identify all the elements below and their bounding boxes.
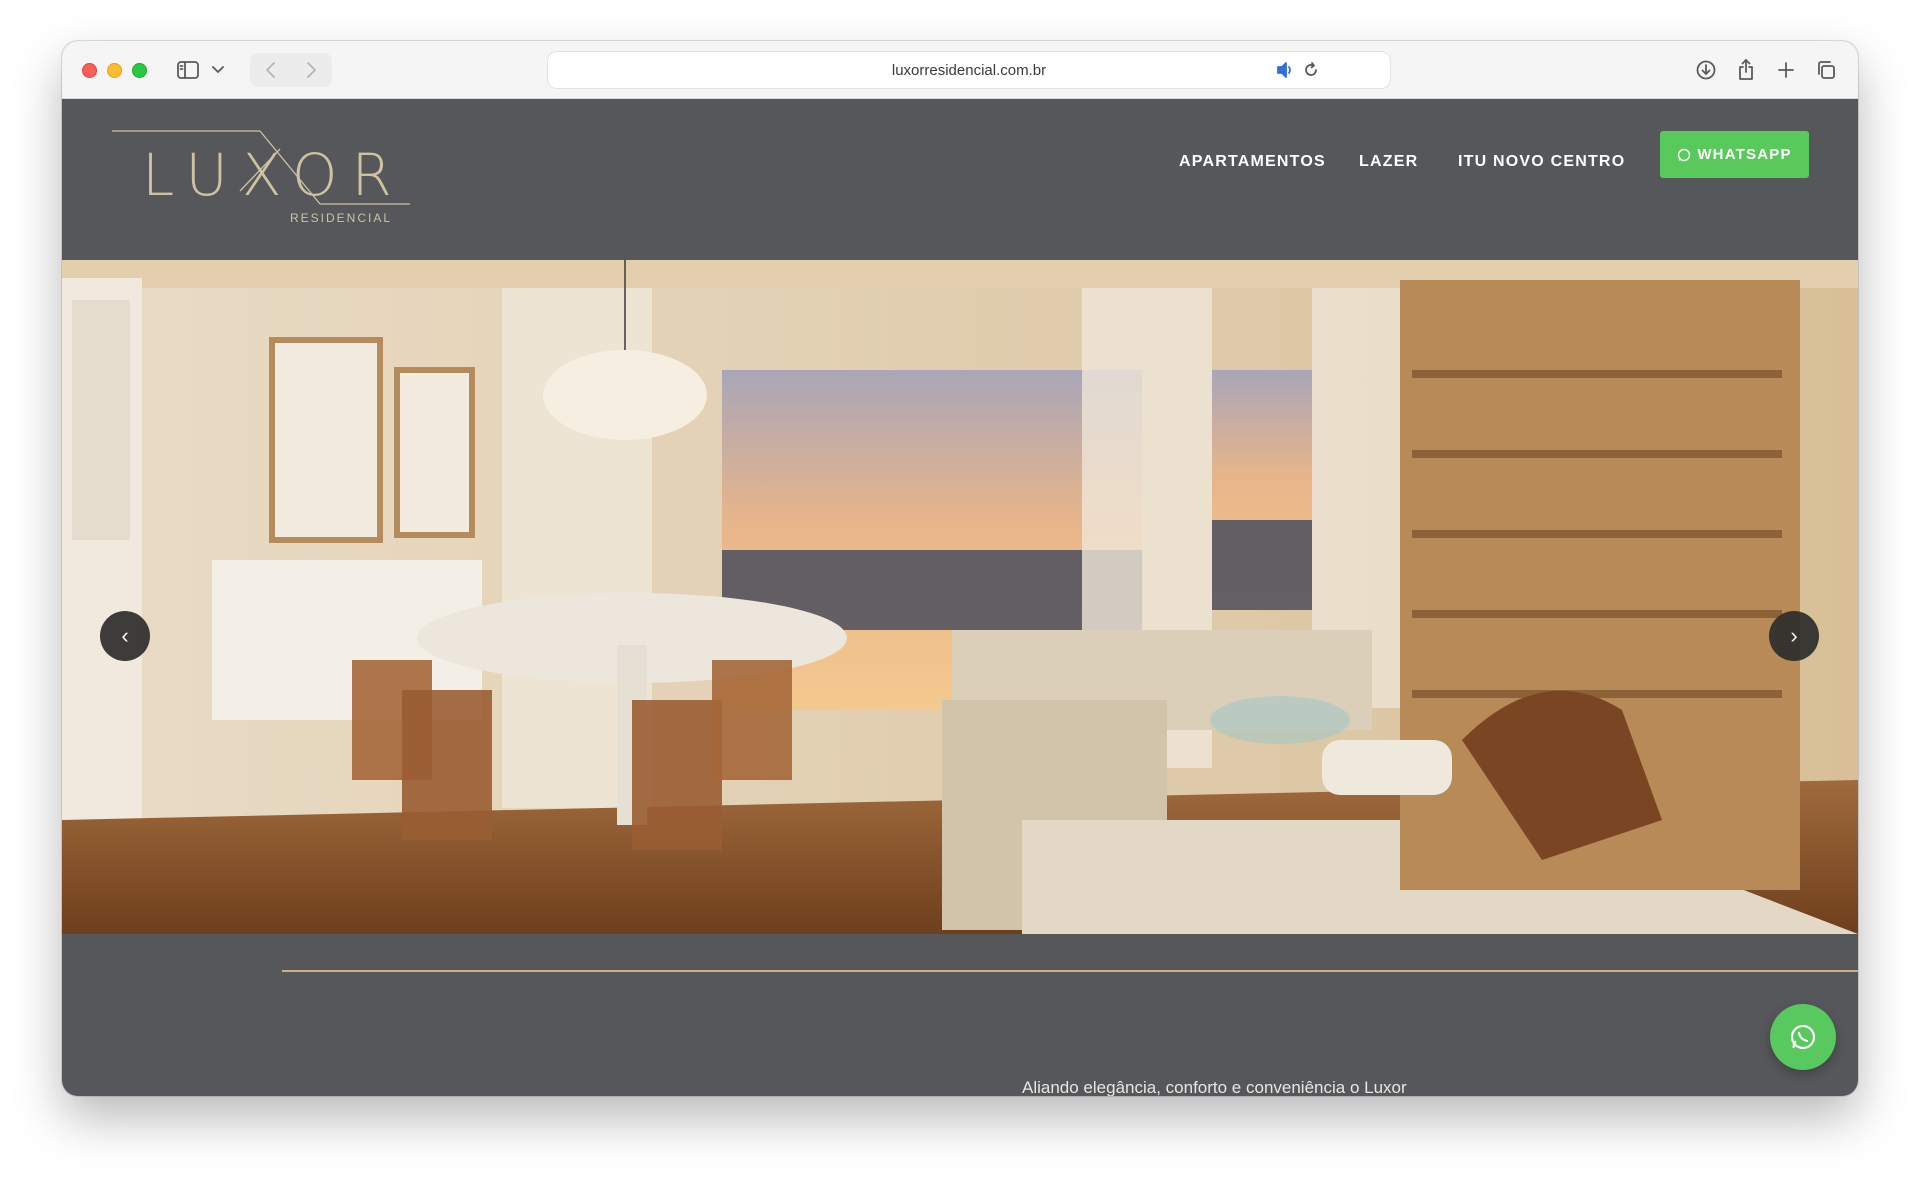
zoom-window-button[interactable] bbox=[132, 63, 147, 78]
nav-apartamentos[interactable]: APARTAMENTOS bbox=[1179, 153, 1326, 171]
whatsapp-fab[interactable] bbox=[1770, 1004, 1836, 1070]
minimize-window-button[interactable] bbox=[107, 63, 122, 78]
browser-toolbar: P luxorresidencial.com.br bbox=[62, 41, 1858, 99]
luxor-logo[interactable]: LUXOR RESIDENCIAL bbox=[110, 129, 410, 229]
logo-subtitle: RESIDENCIAL bbox=[290, 211, 393, 225]
share-icon[interactable] bbox=[1732, 56, 1760, 84]
close-window-button[interactable] bbox=[82, 63, 97, 78]
hero-prev-button[interactable]: ‹ bbox=[100, 611, 150, 661]
logo-wordmark: LUXOR bbox=[142, 141, 406, 209]
whatsapp-icon bbox=[1790, 1024, 1816, 1050]
site-header: LUXOR RESIDENCIAL APARTAMENTOS LAZER ITU… bbox=[62, 99, 1858, 260]
address-bar[interactable]: luxorresidencial.com.br bbox=[548, 52, 1390, 88]
nav-itu-novo-centro[interactable]: ITU NOVO CENTRO bbox=[1458, 153, 1625, 171]
reload-icon[interactable] bbox=[1300, 56, 1322, 84]
forward-icon[interactable] bbox=[298, 56, 324, 84]
hero-next-button[interactable]: › bbox=[1769, 611, 1819, 661]
speaker-icon[interactable] bbox=[1274, 56, 1296, 84]
whatsapp-icon bbox=[1678, 148, 1691, 161]
new-tab-icon[interactable] bbox=[1772, 56, 1800, 84]
chevron-down-icon[interactable] bbox=[210, 56, 226, 84]
intro-text: Aliando elegância, conforto e conveniênc… bbox=[1022, 1078, 1407, 1096]
whatsapp-button[interactable]: WHATSAPP bbox=[1660, 131, 1809, 178]
tabs-icon[interactable] bbox=[1812, 56, 1840, 84]
nav-lazer[interactable]: LAZER bbox=[1359, 153, 1418, 171]
hero-image bbox=[62, 260, 1858, 934]
hero-slider[interactable]: ‹ › bbox=[62, 260, 1858, 934]
divider-line bbox=[282, 970, 1858, 972]
download-icon[interactable] bbox=[1692, 56, 1720, 84]
sidebar-icon[interactable] bbox=[175, 56, 201, 84]
back-icon[interactable] bbox=[258, 56, 284, 84]
url-text: luxorresidencial.com.br bbox=[891, 62, 1047, 79]
browser-window: P luxorresidencial.com.br bbox=[62, 41, 1858, 1096]
whatsapp-button-label: WHATSAPP bbox=[1697, 146, 1792, 163]
